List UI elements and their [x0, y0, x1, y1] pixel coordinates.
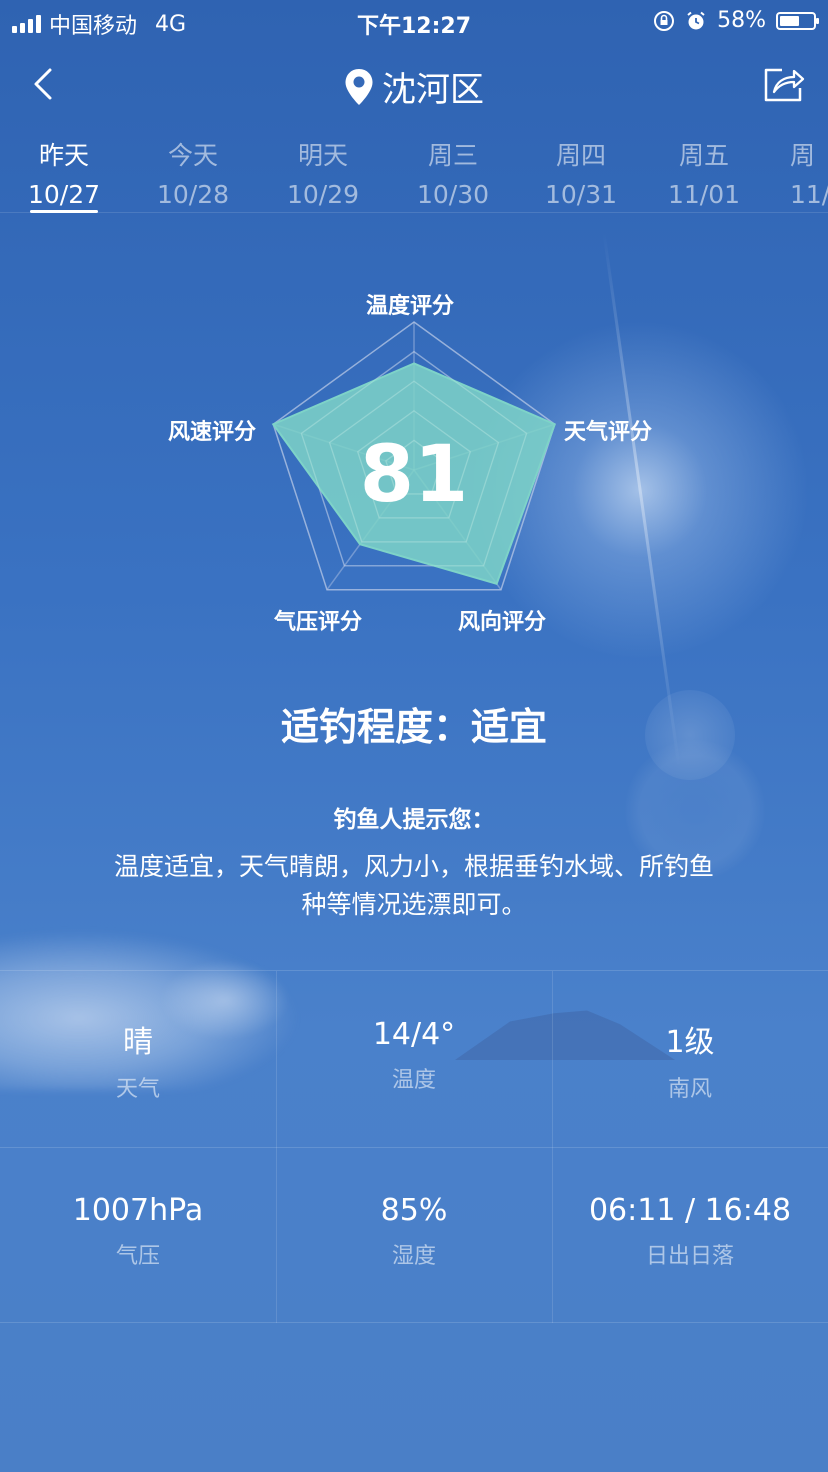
detail-wind: 1级 南风: [552, 971, 828, 1147]
header: 沈河区: [0, 52, 828, 116]
battery-percent: 58%: [717, 8, 766, 33]
tab-date-label: 10/29: [286, 180, 360, 209]
detail-value: 1级: [665, 1025, 715, 1060]
tab-day-label: 周五: [678, 141, 729, 170]
orientation-lock-icon: [654, 10, 675, 31]
tab-date-label: 11/01: [667, 180, 741, 209]
alarm-icon: [687, 11, 705, 29]
details-grid: 晴 天气 14/4° 温度 1级 南风 1007hPa 气压 85% 湿度 06…: [0, 970, 828, 1323]
status-bar: 中国移动 4G 下午12:27 58%: [0, 0, 828, 42]
tab-day-2[interactable]: 明天 10/29: [273, 136, 373, 209]
detail-label: 日出日落: [645, 1244, 734, 1269]
detail-humidity: 85% 湿度: [276, 1147, 552, 1323]
detail-pressure: 1007hPa 气压: [0, 1147, 276, 1323]
tab-date-label: 10/31: [544, 180, 618, 209]
detail-value: 85%: [380, 1193, 448, 1228]
detail-label: 湿度: [391, 1244, 436, 1269]
radar-chart: 温度评分 天气评分 风向评分 气压评分 风速评分 81: [0, 270, 828, 650]
status-right: 58%: [653, 8, 819, 33]
tab-day-label: 周: [790, 141, 816, 170]
tips-text: 温度适宜，天气晴朗，风力小，根据垂钓水域、所钓鱼种等情况选漂即可。: [113, 852, 714, 919]
detail-value: 晴: [123, 1025, 153, 1060]
tab-day-label: 今天: [167, 141, 218, 170]
location-name: 沈河区: [382, 70, 484, 110]
detail-label: 天气: [115, 1077, 160, 1102]
radar-axis-label: 风向评分: [458, 610, 547, 635]
day-tabs: 昨天 10/27 今天 10/28 明天 10/29 周三 10/30 周四 1…: [0, 130, 828, 213]
tab-day-label: 周三: [427, 141, 478, 170]
tab-day-5[interactable]: 周五 11/01: [654, 136, 754, 209]
tab-day-label: 明天: [297, 141, 348, 170]
radar-score: 81: [359, 430, 469, 520]
suitability-text: 适钓程度：适宜: [280, 705, 547, 749]
radar-axis-label: 温度评分: [366, 294, 455, 319]
tab-date-label: 11/: [790, 180, 828, 209]
share-button[interactable]: [762, 64, 806, 104]
detail-temperature: 14/4° 温度: [276, 971, 552, 1147]
detail-value: 1007hPa: [72, 1193, 204, 1228]
detail-label: 温度: [391, 1068, 436, 1093]
tab-day-3[interactable]: 周三 10/30: [403, 136, 503, 209]
detail-weather: 晴 天气: [0, 971, 276, 1147]
tab-date-label: 10/30: [416, 180, 490, 209]
tab-day-6[interactable]: 周 11/: [790, 136, 828, 209]
location-pin-icon: [345, 68, 373, 105]
detail-label: 气压: [115, 1244, 160, 1269]
tips-title: 钓鱼人提示您：: [333, 807, 495, 833]
detail-sunrise-sunset: 06:11 / 16:48 日出日落: [552, 1147, 828, 1323]
tab-day-label: 周四: [555, 141, 606, 170]
location-title[interactable]: 沈河区: [0, 62, 828, 111]
detail-value: 06:11 / 16:48: [588, 1193, 792, 1228]
tab-date-label: 10/28: [156, 180, 230, 209]
tab-day-1[interactable]: 今天 10/28: [143, 136, 243, 209]
battery-icon: [776, 11, 819, 30]
radar-axis-label: 气压评分: [274, 610, 363, 635]
detail-value: 14/4°: [372, 1017, 456, 1052]
tab-day-4[interactable]: 周四 10/31: [531, 136, 631, 209]
detail-label: 南风: [667, 1077, 712, 1102]
tab-day-label: 昨天: [38, 141, 89, 170]
tab-day-0[interactable]: 昨天 10/27: [14, 136, 114, 213]
tab-date-label: 10/27: [27, 180, 101, 209]
battery-fill: [780, 15, 799, 26]
